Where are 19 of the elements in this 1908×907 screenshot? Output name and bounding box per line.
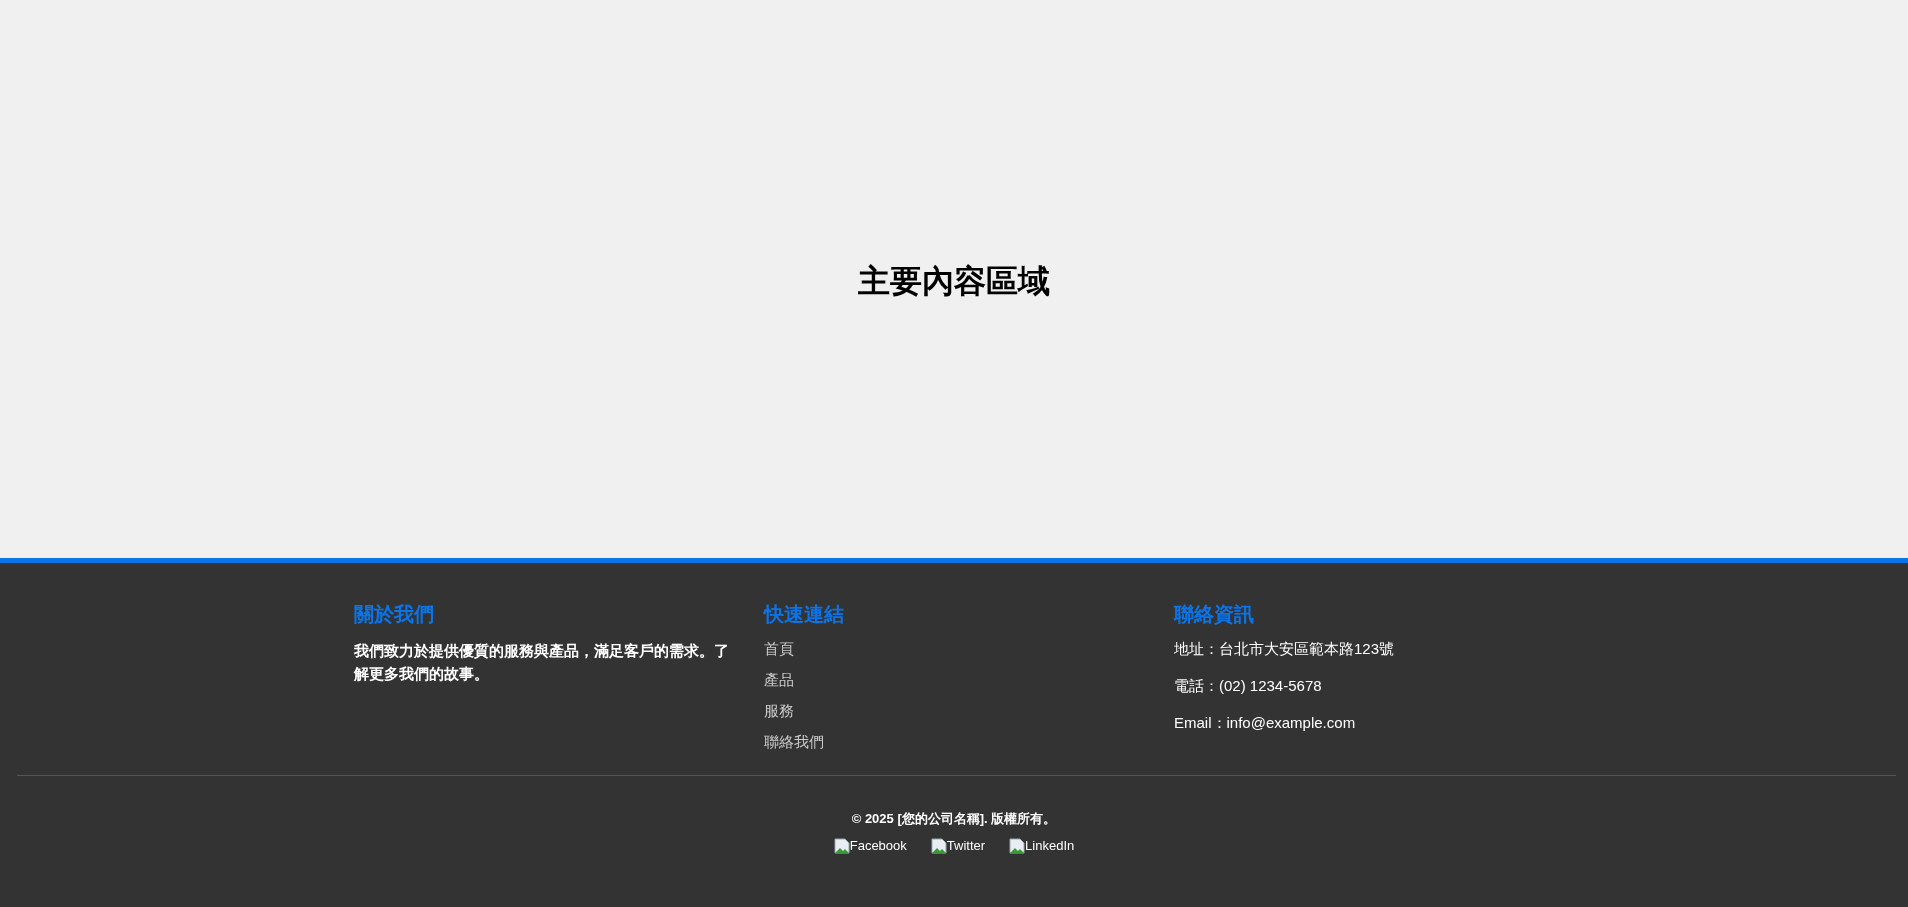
broken-image-icon: [1009, 838, 1026, 854]
social-link[interactable]: Facebook: [833, 838, 907, 854]
broken-image-icon: [833, 838, 850, 854]
copyright-text: © 2025 [您的公司名稱]. 版權所有。: [851, 810, 1057, 828]
about-text: 我們致力於提供優質的服務與產品，滿足客戶的需求。了解更多我們的故事。: [354, 641, 730, 684]
footer-link[interactable]: 首頁: [764, 639, 794, 659]
column-heading: 關於我們: [354, 602, 434, 627]
footer-link[interactable]: 產品: [764, 670, 794, 690]
footer-link[interactable]: 聯絡我們: [764, 732, 824, 752]
contact-text: 地址：台北市大安區範本路123號: [1174, 639, 1395, 659]
social-link[interactable]: LinkedIn: [1009, 838, 1075, 854]
contact-text: Email：info@example.com: [1174, 713, 1356, 733]
contact-text: 電話：(02) 1234-5678: [1174, 676, 1322, 696]
broken-image-icon: [930, 838, 947, 854]
column-heading: 快速連結: [764, 602, 844, 627]
footer-link[interactable]: 服務: [764, 701, 794, 721]
main-heading: 主要內容區域: [858, 262, 1050, 301]
social-link[interactable]: Twitter: [930, 838, 986, 854]
column-heading: 聯絡資訊: [1174, 602, 1254, 627]
